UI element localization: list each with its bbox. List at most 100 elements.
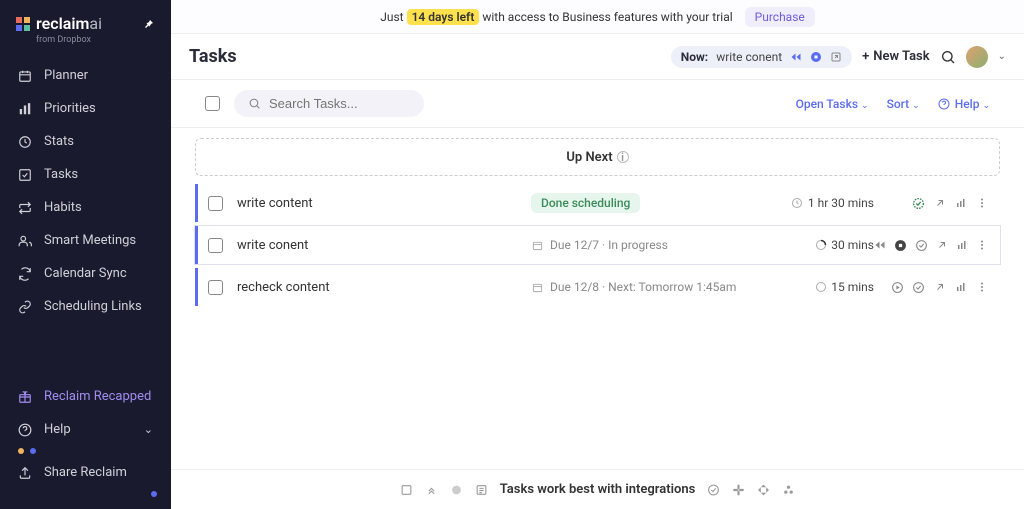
purchase-button[interactable]: Purchase [745, 7, 815, 27]
arrow-up-right-icon[interactable] [933, 197, 946, 210]
info-icon[interactable]: i [617, 151, 629, 163]
external-icon[interactable] [830, 51, 842, 63]
sidebar-item-help[interactable]: Help ⌄ [0, 413, 171, 446]
page-header: Tasks Now: write conent + New Task ⌄ [171, 34, 1024, 80]
check-green-icon[interactable] [912, 197, 925, 210]
task-row[interactable]: write contentDone scheduling1 hr 30 mins [195, 184, 1000, 222]
arrow-up-right-icon[interactable] [936, 239, 948, 252]
task-checkbox[interactable] [208, 280, 223, 295]
now-value: write conent [716, 50, 782, 64]
sidebar-item-recapped[interactable]: Reclaim Recapped [0, 380, 171, 413]
sidebar-item-label: Smart Meetings [44, 233, 136, 248]
pin-icon[interactable] [143, 18, 155, 30]
dots-icon[interactable] [975, 281, 988, 294]
sidebar-item-tasks[interactable]: Tasks [0, 158, 171, 191]
sidebar-item-share[interactable]: Share Reclaim [0, 456, 171, 489]
arrow-up-right-icon[interactable] [933, 281, 946, 294]
brand[interactable]: reclaimai [0, 14, 171, 37]
dots-icon[interactable] [975, 197, 988, 210]
help-icon [938, 98, 950, 110]
notion-icon[interactable] [400, 483, 413, 496]
chevron-down-icon[interactable]: ⌄ [998, 51, 1006, 62]
task-title: recheck content [237, 280, 517, 295]
brand-name: reclaimai [36, 14, 102, 33]
bars-icon[interactable] [954, 197, 967, 210]
sidebar-item-label: Help [44, 422, 71, 437]
search-box[interactable] [234, 90, 424, 117]
clickup-icon[interactable] [425, 483, 438, 496]
check-icon[interactable] [915, 239, 928, 252]
check-square-icon [18, 168, 32, 182]
rewind-icon[interactable] [874, 239, 886, 252]
check-icon[interactable] [912, 281, 925, 294]
todoist-icon[interactable] [475, 483, 488, 496]
sidebar-item-label: Scheduling Links [44, 299, 142, 314]
task-title: write conent [237, 238, 517, 253]
open-tasks-filter[interactable]: Open Tasks⌄ [796, 97, 869, 111]
banner-days-left: 14 days left [407, 9, 480, 25]
task-checkbox[interactable] [208, 196, 223, 211]
stop-icon[interactable] [810, 51, 822, 63]
task-duration: 30 mins [784, 238, 874, 252]
select-all-checkbox[interactable] [205, 96, 220, 111]
task-duration: 15 mins [784, 280, 874, 294]
sort-dropdown[interactable]: Sort⌄ [887, 97, 920, 111]
search-icon [248, 97, 261, 110]
brand-logo-icon [16, 17, 30, 31]
bars-icon[interactable] [954, 281, 967, 294]
jira-icon[interactable] [757, 483, 770, 496]
task-checkbox[interactable] [208, 238, 223, 253]
sidebar-item-label: Share Reclaim [44, 465, 127, 480]
bars-icon[interactable] [956, 239, 968, 252]
up-next-label: Up Next [566, 150, 612, 165]
now-playing-pill[interactable]: Now: write conent [671, 46, 852, 68]
slack-icon[interactable] [732, 483, 745, 496]
asana-icon[interactable] [782, 483, 795, 496]
footer-text: Tasks work best with integrations [500, 482, 696, 497]
stop-icon[interactable] [894, 239, 907, 252]
calendar-icon [531, 281, 544, 294]
sidebar-item-label: Priorities [44, 101, 96, 116]
sidebar-item-smart-meetings[interactable]: Smart Meetings [0, 224, 171, 257]
task-actions [888, 281, 988, 294]
linear-icon[interactable] [450, 483, 463, 496]
progress-icon [814, 239, 827, 252]
new-task-button[interactable]: + New Task [862, 49, 929, 64]
gift-icon [18, 390, 32, 404]
status-badge: Done scheduling [531, 193, 640, 213]
sidebar-item-scheduling-links[interactable]: Scheduling Links [0, 290, 171, 323]
up-next-drop-zone[interactable]: Up Next i [195, 138, 1000, 176]
sidebar: reclaimai from Dropbox Planner Prioritie… [0, 0, 171, 509]
rewind-icon[interactable] [790, 51, 802, 63]
repeat-icon [18, 201, 32, 215]
search-icon[interactable] [940, 49, 956, 65]
task-row[interactable]: write conentDue 12/7 · In progress30 min… [195, 226, 1000, 264]
sync-icon [18, 267, 32, 281]
play-icon[interactable] [891, 281, 904, 294]
sidebar-item-stats[interactable]: Stats [0, 125, 171, 158]
sidebar-item-planner[interactable]: Planner [0, 59, 171, 92]
main: Just 14 days left with access to Busines… [171, 0, 1024, 509]
sidebar-item-habits[interactable]: Habits [0, 191, 171, 224]
help-dropdown[interactable]: Help⌄ [938, 97, 990, 111]
sidebar-item-label: Tasks [44, 167, 78, 182]
sidebar-item-calendar-sync[interactable]: Calendar Sync [0, 257, 171, 290]
trial-banner: Just 14 days left with access to Busines… [171, 0, 1024, 34]
link-icon [18, 300, 32, 314]
brand-subtitle: from Dropbox [0, 35, 171, 45]
search-input[interactable] [269, 96, 410, 111]
avatar[interactable] [966, 46, 988, 68]
task-row[interactable]: recheck contentDue 12/8 · Next: Tomorrow… [195, 268, 1000, 306]
share-icon [18, 466, 32, 480]
decorative-dots [0, 446, 171, 456]
new-task-label: New Task [873, 49, 929, 64]
dots-icon[interactable] [976, 239, 988, 252]
content: Up Next i write contentDone scheduling1 … [171, 128, 1024, 469]
clock-icon [791, 197, 804, 210]
check-circle-icon[interactable] [707, 483, 720, 496]
task-list: write contentDone scheduling1 hr 30 mins… [195, 184, 1000, 306]
sidebar-item-priorities[interactable]: Priorities [0, 92, 171, 125]
banner-prefix: Just [380, 10, 403, 24]
task-actions [888, 239, 988, 252]
sidebar-item-label: Stats [44, 134, 74, 149]
